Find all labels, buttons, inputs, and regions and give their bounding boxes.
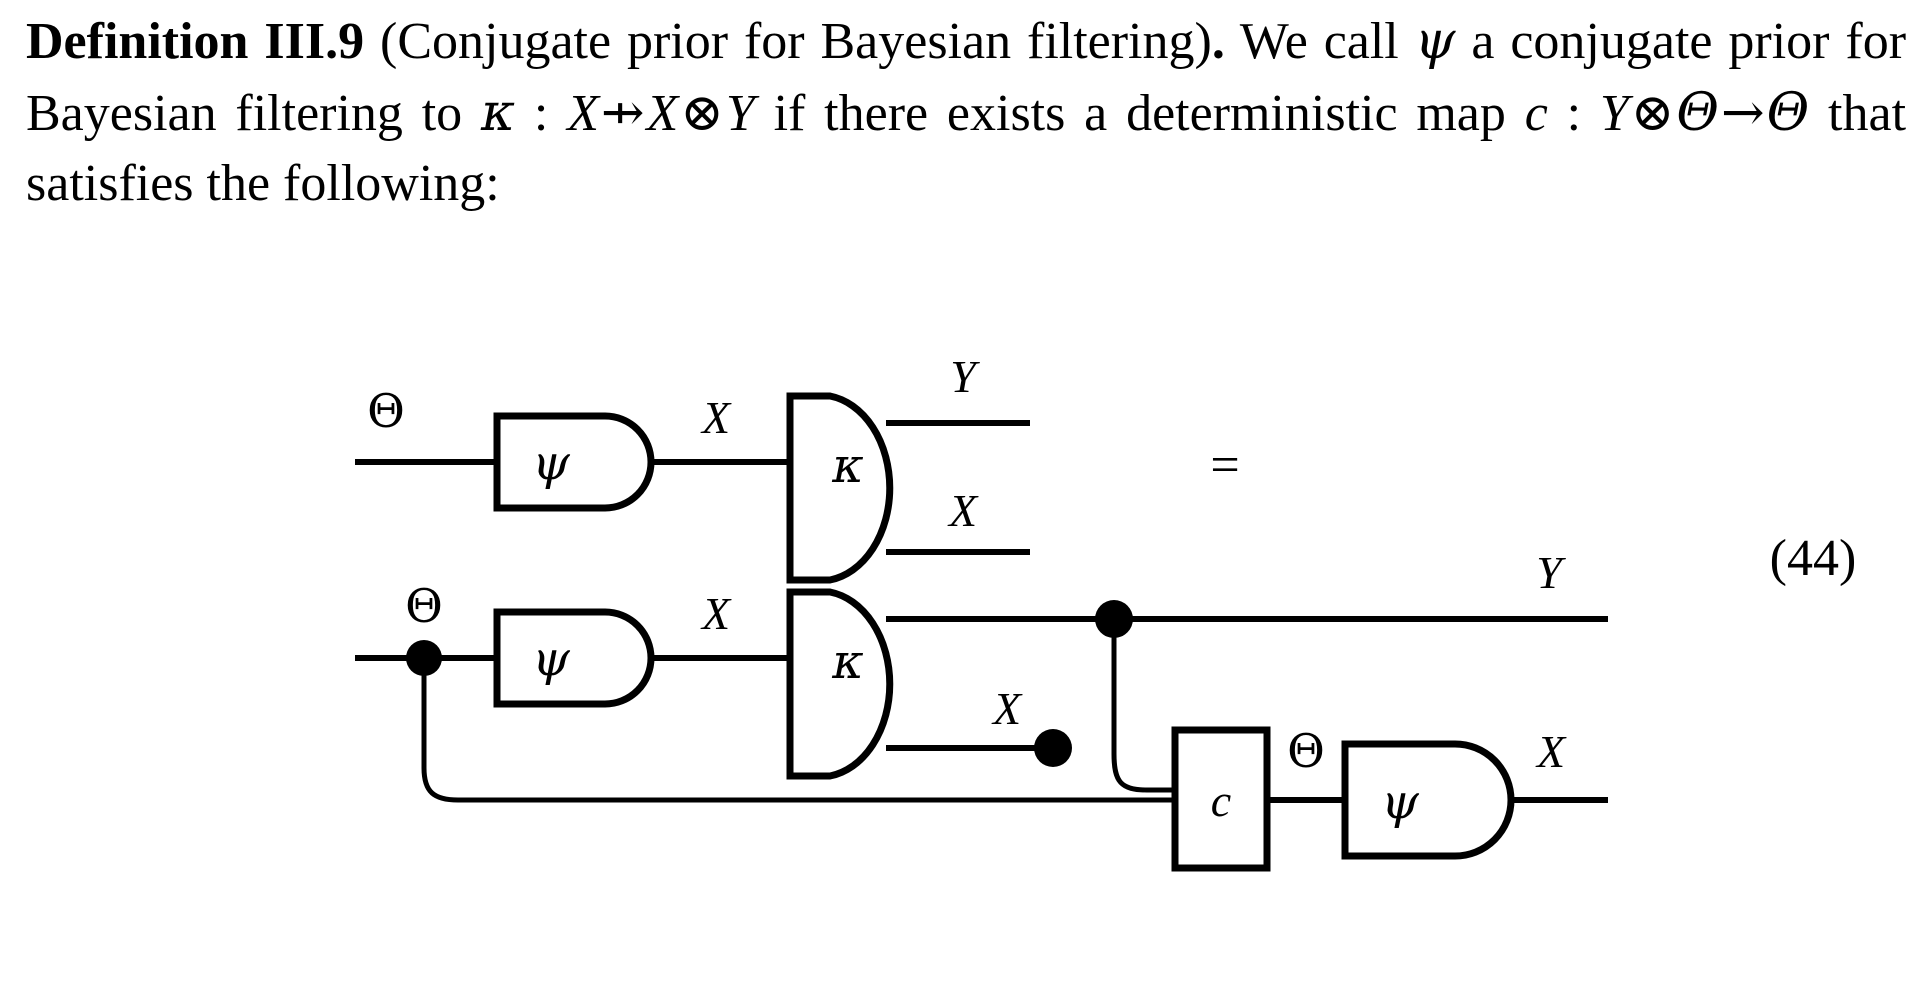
bottom-label-x-discard: X <box>991 683 1023 734</box>
definition-label: Definition III.9 <box>26 13 365 70</box>
definition-colon-1: : <box>515 84 568 142</box>
top-diagram: Θ ψ X κ Y X <box>355 351 1030 584</box>
top-label-theta: Θ <box>367 384 405 438</box>
bottom-y-to-c-wire <box>1111 616 1178 793</box>
tensor-icon-2: ⊗ <box>1630 82 1675 143</box>
bottom-label-x-out: X <box>1535 726 1567 777</box>
symbol-y-codomain: Y <box>725 84 755 142</box>
definition-body-1: We call <box>1239 13 1415 70</box>
tensor-icon-1: ⊗ <box>680 82 724 143</box>
equation-number: (44) <box>1770 530 1857 587</box>
bottom-psi-box-left <box>493 608 655 708</box>
bottom-label-theta-mid: Θ <box>1287 724 1325 778</box>
top-psi-box <box>493 412 655 512</box>
top-label-kappa: κ <box>831 438 863 494</box>
bottom-label-psi-left: ψ <box>532 631 571 687</box>
bottom-diagram: Θ ψ X κ Y X c Θ ψ X <box>355 547 1608 872</box>
top-label-x-out: X <box>947 485 979 536</box>
definition-title: (Conjugate prior for Bayesian filtering) <box>380 13 1212 70</box>
definition-paragraph: Definition III.9 (Conjugate prior for Ba… <box>26 6 1906 220</box>
symbol-theta-domain: Θ <box>1676 82 1720 143</box>
symbol-x-domain: X <box>567 84 599 142</box>
symbol-x-codomain: X <box>646 84 679 142</box>
equals-sign: = <box>1210 437 1239 494</box>
symbol-c: c <box>1524 84 1548 142</box>
bottom-label-kappa: κ <box>831 634 863 690</box>
bottom-label-psi-right: ψ <box>1381 774 1420 830</box>
bottom-label-x: X <box>700 588 732 639</box>
top-label-y-out: Y <box>950 351 980 402</box>
symbol-theta-codomain: Θ <box>1766 82 1810 143</box>
discard-dot-x-icon <box>1034 729 1072 767</box>
top-label-psi: ψ <box>532 435 571 491</box>
definition-colon-2: : <box>1547 84 1600 142</box>
string-diagram-figure: Θ ψ X κ Y X = (44) Θ ψ X κ Y X c Θ ψ X <box>0 330 1926 1004</box>
arrow-probabilistic-icon: ⇸ <box>600 82 645 143</box>
definition-body-3: if there exists a deterministic map <box>754 84 1525 142</box>
top-label-x: X <box>700 392 732 443</box>
symbol-y-domain: Y <box>1599 84 1629 142</box>
symbol-psi: ψ <box>1414 11 1456 71</box>
bottom-psi-box-right <box>1341 740 1515 860</box>
arrow-to-icon: → <box>1721 82 1765 143</box>
definition-period: . <box>1211 13 1225 70</box>
bottom-label-y-out: Y <box>1536 547 1566 598</box>
bottom-label-c: c <box>1211 775 1231 826</box>
symbol-kappa: κ <box>481 82 516 143</box>
bottom-label-theta: Θ <box>405 579 443 633</box>
